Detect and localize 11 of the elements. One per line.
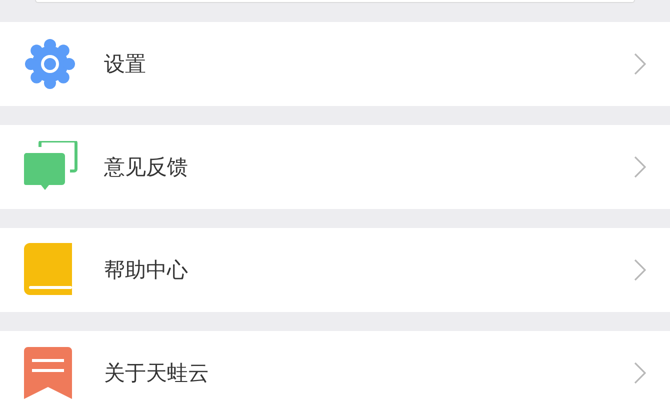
menu-item[interactable]: 意见反馈	[0, 125, 670, 209]
gear-icon	[24, 38, 76, 90]
chevron-right-icon	[634, 156, 646, 178]
menu-item[interactable]: 设置	[0, 22, 670, 106]
chevron-right-icon	[634, 362, 646, 384]
chevron-right-icon	[634, 53, 646, 75]
bookmark-icon	[24, 347, 72, 399]
chevron-right-icon	[634, 259, 646, 281]
menu-item[interactable]: 帮助中心	[0, 228, 670, 312]
book-icon	[24, 243, 72, 297]
menu-item[interactable]: 关于天蛙云	[0, 331, 670, 415]
